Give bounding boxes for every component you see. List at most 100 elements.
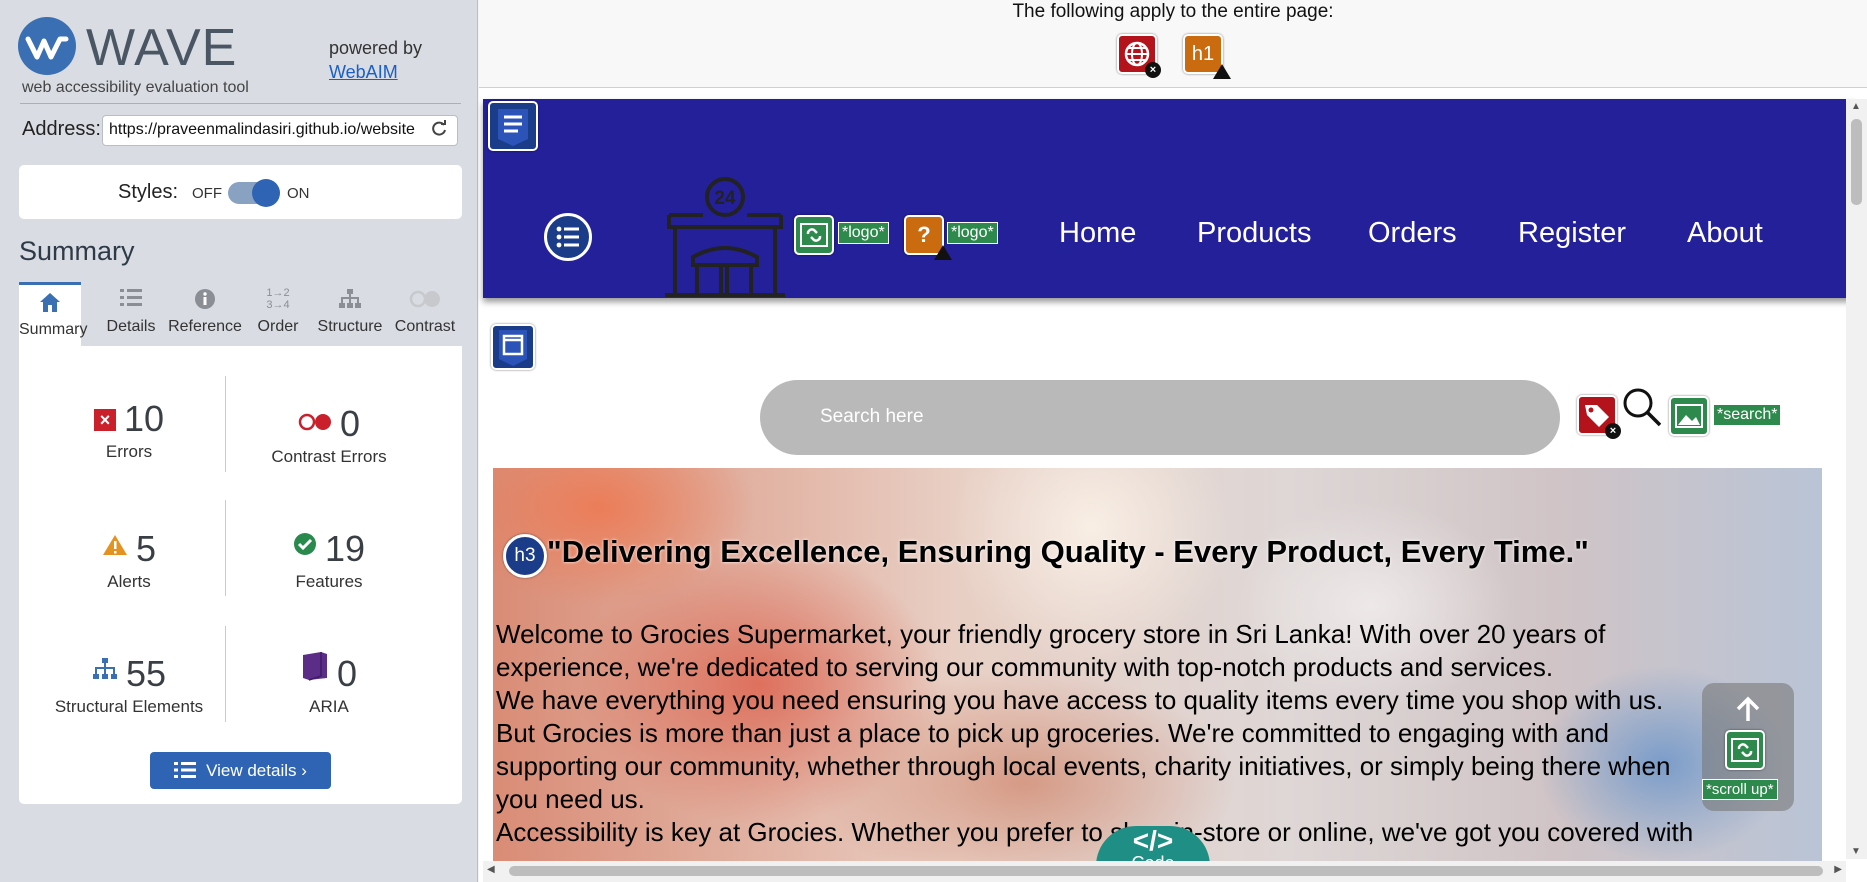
- structural-stat[interactable]: 55 Structural Elements: [29, 648, 229, 717]
- tab-bar: Summary Details Reference 1→2 3→4 Order S…: [19, 282, 462, 346]
- scroll-up-button[interactable]: *scroll up*: [1702, 683, 1794, 811]
- evaluated-page: The following apply to the entire page: …: [479, 0, 1867, 882]
- horizontal-scrollbar[interactable]: ◀ ▶: [483, 861, 1846, 882]
- summary-panel: × 10 Errors 0 Contrast Errors 5 Alerts 19…: [19, 346, 462, 804]
- hero-paragraph-line: you need us.: [496, 784, 645, 814]
- contrast-error-icon: [298, 398, 332, 440]
- image-alt-feature-icon[interactable]: [1669, 396, 1709, 436]
- page-wide-issues-bar: The following apply to the entire page: …: [479, 0, 1867, 88]
- tab-contrast[interactable]: Contrast: [392, 282, 458, 346]
- tab-contrast-label: Contrast: [394, 318, 456, 335]
- styles-card: Styles: OFF ON: [19, 165, 462, 219]
- nav-home[interactable]: Home: [1059, 217, 1136, 250]
- search-alt-label: *search*: [1713, 404, 1782, 426]
- tab-structure-label: Structure: [317, 318, 383, 335]
- tab-details[interactable]: Details: [103, 282, 159, 346]
- scroll-up-alt-label: *scroll up*: [1702, 779, 1778, 800]
- list-icon: [174, 755, 197, 792]
- logo-alt-label: *logo*: [838, 222, 889, 244]
- alerts-count: 5: [135, 528, 157, 569]
- vertical-scroll-thumb[interactable]: [1851, 119, 1862, 205]
- linked-image-icon[interactable]: [1725, 730, 1765, 770]
- hero-banner: h3 "Delivering Excellence, Ensuring Qual…: [493, 468, 1822, 862]
- tab-order[interactable]: 1→2 3→4 Order: [254, 282, 302, 346]
- navigation-region-icon[interactable]: [544, 213, 592, 261]
- divider: [20, 103, 461, 104]
- toggle-knob: [252, 179, 280, 207]
- nav-register[interactable]: Register: [1518, 217, 1626, 250]
- linked-image-icon[interactable]: [794, 215, 834, 255]
- errors-stat[interactable]: × 10 Errors: [29, 398, 229, 462]
- scroll-down-arrow-icon[interactable]: ▼: [1851, 846, 1861, 857]
- features-label: Features: [295, 572, 363, 591]
- missing-label-error-icon[interactable]: ×: [1577, 395, 1621, 439]
- language-error-icon[interactable]: ×: [1117, 34, 1161, 78]
- info-icon: [167, 282, 243, 318]
- address-label: Address:: [22, 118, 101, 140]
- logo-alt-label: *logo*: [947, 222, 998, 244]
- styles-toggle[interactable]: [228, 179, 280, 207]
- arrow-up-icon: [1732, 695, 1764, 728]
- h3-structure-icon[interactable]: h3: [503, 534, 547, 578]
- features-count: 19: [324, 528, 366, 569]
- order-icon: 1→2 3→4: [266, 287, 290, 311]
- header-region-icon[interactable]: [488, 101, 538, 151]
- structural-count: 55: [125, 653, 167, 694]
- scroll-right-arrow-icon[interactable]: ▶: [1834, 864, 1842, 875]
- search-bar[interactable]: Search here × *search*: [760, 380, 1782, 455]
- reload-icon[interactable]: [430, 119, 448, 143]
- hero-paragraph-line: experience, we're dedicated to serving o…: [496, 652, 1554, 682]
- h1-alert-text: h1: [1191, 43, 1215, 65]
- tab-reference[interactable]: Reference: [167, 282, 243, 346]
- page-wide-issues-text: The following apply to the entire page:: [1012, 1, 1334, 22]
- list-icon: [103, 282, 159, 318]
- tab-structure[interactable]: Structure: [315, 282, 385, 346]
- alerts-stat[interactable]: 5 Alerts: [29, 523, 229, 592]
- error-icon: ×: [93, 409, 116, 431]
- nav-about[interactable]: About: [1687, 217, 1763, 250]
- home-icon: [19, 285, 81, 321]
- warning-badge-icon: [934, 245, 952, 260]
- h1-alert-icon[interactable]: h1: [1183, 34, 1231, 79]
- search-icon[interactable]: [1620, 385, 1664, 434]
- contrast-icon: [392, 282, 458, 318]
- features-stat[interactable]: 19 Features: [229, 523, 429, 592]
- errors-label: Errors: [105, 442, 153, 461]
- suspicious-alt-alert-icon[interactable]: ?: [904, 215, 952, 260]
- wave-sidebar: WAVE web accessibility evaluation tool p…: [0, 0, 478, 882]
- hero-heading: "Delivering Excellence, Ensuring Quality…: [547, 534, 1589, 569]
- hero-paragraph-line: Welcome to Grocies Supermarket, your fri…: [496, 619, 1606, 649]
- structure-icon: [315, 282, 385, 318]
- main-region-icon[interactable]: [491, 324, 535, 370]
- alerts-label: Alerts: [107, 572, 151, 591]
- scroll-up-arrow-icon[interactable]: ▲: [1851, 101, 1861, 112]
- view-details-label: View details ›: [206, 761, 307, 780]
- address-input[interactable]: https://praveenmalindasiri.github.io/web…: [102, 115, 458, 146]
- store-24-icon: 24: [663, 177, 787, 302]
- alert-icon: [102, 523, 128, 565]
- styles-label: Styles:: [118, 181, 179, 203]
- nav-products[interactable]: Products: [1197, 217, 1311, 250]
- contrast-errors-stat[interactable]: 0 Contrast Errors: [229, 398, 429, 467]
- error-badge-icon: ×: [1145, 62, 1161, 78]
- tab-summary[interactable]: Summary: [19, 282, 87, 346]
- styles-on-label: ON: [287, 185, 310, 202]
- contrast-errors-count: 0: [339, 403, 361, 444]
- aria-icon: [301, 648, 329, 690]
- view-details-button[interactable]: View details ›: [150, 752, 331, 789]
- hero-paragraph-line: But Grocies is more than just a place to…: [496, 718, 1609, 748]
- search-placeholder[interactable]: Search here: [820, 406, 924, 428]
- hero-paragraph-line: supporting our community, whether throug…: [496, 751, 1671, 781]
- webaim-link[interactable]: WebAIM: [329, 62, 398, 82]
- error-badge-icon: ×: [1605, 423, 1621, 439]
- nav-orders[interactable]: Orders: [1368, 217, 1457, 250]
- hero-paragraph-line: We have everything you need ensuring you…: [496, 685, 1664, 715]
- wave-tagline: web accessibility evaluation tool: [22, 79, 249, 96]
- powered-by-text: powered by: [329, 38, 423, 58]
- vertical-scrollbar[interactable]: ▲ ▼: [1846, 99, 1867, 859]
- wave-logo-icon: [18, 17, 76, 75]
- tab-reference-label: Reference: [168, 318, 242, 335]
- horizontal-scroll-thumb[interactable]: [509, 866, 1823, 876]
- scroll-left-arrow-icon[interactable]: ◀: [487, 864, 495, 875]
- aria-stat[interactable]: 0 ARIA: [229, 648, 429, 717]
